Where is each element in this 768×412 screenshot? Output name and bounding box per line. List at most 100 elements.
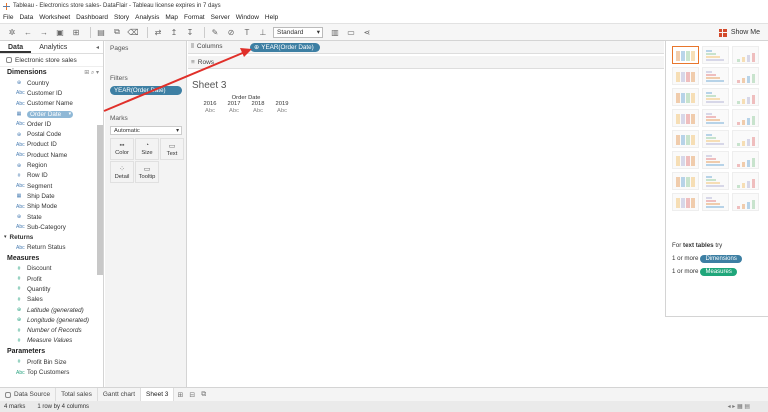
- chart-type-area-discrete-icon[interactable]: [702, 151, 729, 169]
- field-region[interactable]: ⊕ Region: [0, 160, 103, 170]
- table-cell[interactable]: Abc: [222, 108, 246, 115]
- field-order-id[interactable]: Abc Order ID: [0, 119, 103, 129]
- chart-type-text-table-icon[interactable]: [672, 46, 699, 64]
- swap-icon[interactable]: ⇄: [152, 26, 164, 38]
- chart-type-packed-bubbles-icon[interactable]: [732, 193, 759, 211]
- data-panel-scrollbar[interactable]: [97, 125, 103, 275]
- menu-story[interactable]: Story: [114, 14, 129, 21]
- tab-sheet-3[interactable]: Sheet 3: [141, 387, 175, 402]
- field-customer-name[interactable]: Abc Customer Name: [0, 99, 103, 109]
- columns-shelf[interactable]: ⦀ Columns ⊕ YEAR(Order Date): [188, 41, 664, 54]
- menu-format[interactable]: Format: [184, 14, 205, 21]
- new-datasource-icon[interactable]: ⊞: [70, 26, 82, 38]
- new-dashboard-icon[interactable]: ⊟: [186, 391, 198, 399]
- cards-icon[interactable]: ▥: [329, 26, 341, 38]
- datasource-item[interactable]: Electronic store sales: [0, 54, 103, 67]
- table-cell[interactable]: Abc: [270, 108, 294, 115]
- field-return-status[interactable]: Abc Return Status: [0, 242, 103, 252]
- duplicate-icon[interactable]: ⧉: [111, 26, 123, 38]
- chart-type-side-by-side-bar-icon[interactable]: [732, 88, 759, 106]
- field-quantity[interactable]: # Quantity: [0, 284, 103, 294]
- filters-card[interactable]: Filters YEAR(Order Date): [108, 73, 184, 95]
- menu-window[interactable]: Window: [236, 14, 259, 21]
- field-row-id[interactable]: # Row ID: [0, 171, 103, 181]
- show-me-button[interactable]: Show Me: [718, 26, 760, 39]
- menu-server[interactable]: Server: [211, 14, 230, 21]
- chart-type-area-continuous-icon[interactable]: [672, 151, 699, 169]
- table-cell[interactable]: Abc: [198, 108, 222, 115]
- chart-type-filled-map-icon[interactable]: [702, 67, 729, 85]
- field-order-date[interactable]: ▦ Order Date: [0, 109, 103, 119]
- year-header[interactable]: 2016: [198, 101, 222, 108]
- year-header[interactable]: 2019: [270, 101, 294, 108]
- field-sub-category[interactable]: Abc Sub-Category: [0, 222, 103, 232]
- year-header[interactable]: 2017: [222, 101, 246, 108]
- filter-pill-year-order-date[interactable]: YEAR(Order Date): [110, 86, 182, 95]
- status-nav-icons[interactable]: ◂ ▸ ▦ ▤: [728, 403, 750, 410]
- save-icon[interactable]: ▣: [54, 26, 66, 38]
- year-header[interactable]: 2018: [246, 101, 270, 108]
- field-measure-values[interactable]: # Measure Values: [0, 336, 103, 346]
- field-profit[interactable]: # Profit: [0, 274, 103, 284]
- new-worksheet-icon[interactable]: ⊞: [174, 391, 186, 399]
- chart-type-line-discrete-icon[interactable]: [702, 130, 729, 148]
- field-customer-id[interactable]: Abc Customer ID: [0, 88, 103, 98]
- field-profit-bin-size[interactable]: # Profit Bin Size: [0, 357, 103, 367]
- chart-type-heat-map-icon[interactable]: [702, 46, 729, 64]
- labels-icon[interactable]: T: [241, 26, 253, 38]
- chart-type-dual-combination-icon[interactable]: [732, 151, 759, 169]
- field-longitude-generated[interactable]: ⊕ Longitude (generated): [0, 315, 103, 325]
- chart-type-highlight-table-icon[interactable]: [732, 46, 759, 64]
- new-story-icon[interactable]: ⧉: [198, 391, 209, 399]
- chart-type-symbol-map-icon[interactable]: [672, 67, 699, 85]
- tooltip-button[interactable]: ▭ Tooltip: [135, 161, 159, 183]
- field-discount[interactable]: # Discount: [0, 264, 103, 274]
- presentation-icon[interactable]: ▭: [345, 26, 357, 38]
- column-pill-year-order-date[interactable]: ⊕ YEAR(Order Date): [250, 42, 320, 52]
- chart-type-scatter-plot-icon[interactable]: [672, 172, 699, 190]
- chart-type-side-by-side-circle-icon[interactable]: [732, 109, 759, 127]
- find-field-icon[interactable]: ⊞ ⌕ ▾: [84, 69, 99, 77]
- field-postal-code[interactable]: ⊕ Postal Code: [0, 129, 103, 139]
- mark-type-select[interactable]: Automatic ▾: [110, 126, 182, 135]
- fit-select[interactable]: Standard ▾: [273, 26, 323, 38]
- field-state[interactable]: ⊕ State: [0, 212, 103, 222]
- chart-type-stacked-bar-icon[interactable]: [702, 88, 729, 106]
- menu-help[interactable]: Help: [265, 14, 278, 21]
- undo-icon[interactable]: ←: [22, 26, 34, 38]
- highlight-icon[interactable]: ✎: [209, 26, 221, 38]
- chart-type-horizontal-bar-icon[interactable]: [672, 88, 699, 106]
- size-button[interactable]: ◔ Size: [135, 138, 159, 160]
- field-segment[interactable]: Abc Segment: [0, 181, 103, 191]
- group-icon[interactable]: ⊘: [225, 26, 237, 38]
- menu-dashboard[interactable]: Dashboard: [76, 14, 108, 21]
- field-latitude-generated[interactable]: ⊕ Latitude (generated): [0, 305, 103, 315]
- field-sales[interactable]: # Sales: [0, 295, 103, 305]
- new-worksheet-icon[interactable]: ▤: [95, 26, 107, 38]
- chart-type-pie-chart-icon[interactable]: [732, 67, 759, 85]
- tab-data-source[interactable]: Data Source: [0, 387, 57, 402]
- sort-ascending-icon[interactable]: ↥: [168, 26, 180, 38]
- field-ship-mode[interactable]: Abc Ship Mode: [0, 202, 103, 212]
- tab-analytics[interactable]: Analytics: [31, 41, 75, 53]
- field-number-of-records[interactable]: # Number of Records: [0, 326, 103, 336]
- menu-file[interactable]: File: [3, 14, 13, 21]
- menu-data[interactable]: Data: [19, 14, 33, 21]
- chart-type-gantt-chart-icon[interactable]: [672, 193, 699, 211]
- tableau-home-icon[interactable]: ✲: [6, 26, 18, 38]
- share-icon[interactable]: ⋖: [361, 26, 373, 38]
- table-cell[interactable]: Abc: [246, 108, 270, 115]
- returns-group[interactable]: ▾ Returns: [0, 232, 103, 242]
- menu-worksheet[interactable]: Worksheet: [39, 14, 70, 21]
- redo-icon[interactable]: →: [38, 26, 50, 38]
- text-button[interactable]: ▭ Text: [160, 138, 184, 160]
- color-button[interactable]: ▪▪ Color: [110, 138, 134, 160]
- chart-type-circle-view-icon[interactable]: [702, 109, 729, 127]
- tab-total-sales[interactable]: Total sales: [56, 387, 98, 402]
- chart-type-dual-line-icon[interactable]: [732, 130, 759, 148]
- detail-button[interactable]: ⁘ Detail: [110, 161, 134, 183]
- clear-sheet-icon[interactable]: ⌫: [127, 26, 139, 38]
- chart-type-histogram-icon[interactable]: [702, 172, 729, 190]
- field-product-id[interactable]: Abc Product ID: [0, 140, 103, 150]
- chart-type-treemap-icon[interactable]: [672, 109, 699, 127]
